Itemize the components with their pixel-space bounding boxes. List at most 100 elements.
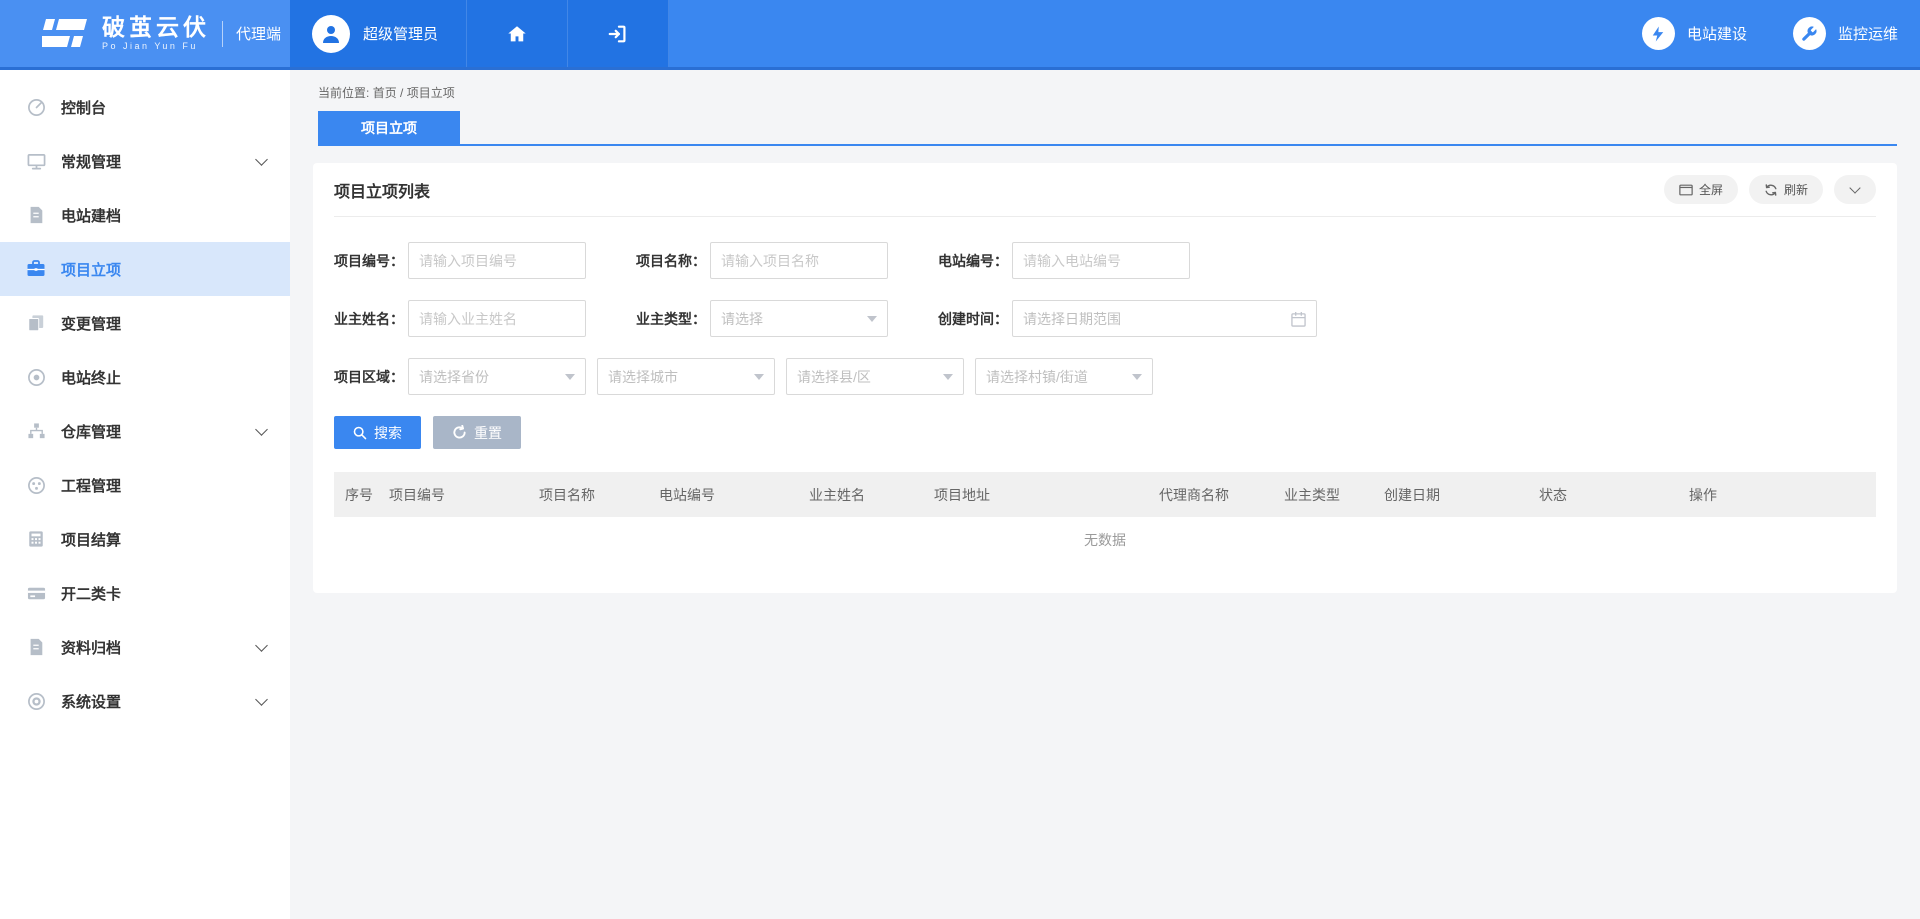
collapse-button[interactable] — [1834, 175, 1876, 204]
wrench-icon — [1793, 17, 1826, 50]
owner-name-label: 业主姓名： — [334, 309, 408, 329]
caret-down-icon — [867, 316, 877, 322]
table-header-row: 序号 项目编号 项目名称 电站编号 业主姓名 项目地址 代理商名称 业主类型 创… — [334, 472, 1876, 517]
project-no-input[interactable] — [408, 242, 586, 279]
create-time-daterange-picker[interactable]: 请选择日期范围 — [1012, 300, 1317, 337]
sidebar-item-station-archive[interactable]: 电站建档 — [0, 188, 290, 242]
nav-monitor-ops[interactable]: 监控运维 — [1793, 17, 1898, 50]
province-select[interactable]: 请选择省份 — [408, 358, 586, 395]
tab-project-initiation[interactable]: 项目立项 — [318, 111, 460, 144]
logo-icon — [42, 15, 88, 53]
col-project-name: 项目名称 — [528, 485, 648, 505]
app-logo: 破茧云伏 Po Jian Yun Fu 代理端 — [0, 0, 290, 67]
app-subtitle: Po Jian Yun Fu — [102, 42, 210, 52]
city-select[interactable]: 请选择城市 — [597, 358, 775, 395]
sidebar-item-project-initiation[interactable]: 项目立项 — [0, 242, 290, 296]
chevron-down-icon — [255, 153, 268, 166]
monitor-icon — [26, 151, 46, 171]
sidebar-item-data-archive[interactable]: 资料归档 — [0, 620, 290, 674]
refresh-button[interactable]: 刷新 — [1749, 175, 1823, 204]
filter-row-2: 业主姓名： 业主类型： 请选择 创建时间： 请选择日期范围 — [334, 300, 1876, 337]
breadcrumb-current: 项目立项 — [407, 86, 455, 100]
sidebar-item-system-settings[interactable]: 系统设置 — [0, 674, 290, 728]
user-menu[interactable]: 超级管理员 — [290, 0, 467, 67]
main-content: 当前位置: 首页 / 项目立项 项目立项 项目立项列表 全屏 — [290, 70, 1920, 919]
breadcrumb-separator: / — [400, 86, 403, 100]
project-list-card: 项目立项列表 全屏 — [313, 163, 1897, 593]
owner-type-select[interactable]: 请选择 — [710, 300, 888, 337]
region-selects: 请选择省份 请选择城市 请选择县/区 请选择村镇/街道 — [408, 358, 1153, 395]
nav-monitor-ops-label: 监控运维 — [1838, 23, 1898, 44]
card-title: 项目立项列表 — [334, 178, 430, 202]
col-status: 状态 — [1528, 485, 1678, 505]
user-avatar-icon — [312, 15, 350, 53]
card-toolbar: 全屏 刷新 — [1664, 175, 1876, 204]
reset-button[interactable]: 重置 — [433, 416, 521, 449]
col-owner-type: 业主类型 — [1273, 485, 1373, 505]
lightning-icon — [1642, 17, 1675, 50]
circle-dot-icon — [26, 367, 46, 387]
breadcrumb-prefix: 当前位置: — [318, 86, 369, 100]
col-actions: 操作 — [1678, 485, 1876, 505]
chevron-down-icon — [255, 423, 268, 436]
tabs-bar: 项目立项 — [318, 111, 1897, 146]
region-label: 项目区域： — [334, 367, 408, 387]
sign-out-icon — [607, 23, 629, 45]
project-name-label: 项目名称： — [636, 251, 710, 271]
archive-icon — [26, 637, 46, 657]
header-spacer — [669, 0, 1642, 67]
station-no-input[interactable] — [1012, 242, 1190, 279]
nav-station-build[interactable]: 电站建设 — [1642, 17, 1747, 50]
sidebar-item-general-mgmt[interactable]: 常规管理 — [0, 134, 290, 188]
owner-name-input[interactable] — [408, 300, 586, 337]
col-station-no: 电站编号 — [648, 485, 798, 505]
breadcrumb-home-link[interactable]: 首页 — [373, 86, 397, 100]
fullscreen-icon — [1679, 184, 1693, 196]
reset-icon — [452, 425, 467, 440]
sidebar-item-change-mgmt[interactable]: 变更管理 — [0, 296, 290, 350]
settings-icon — [26, 691, 46, 711]
town-select[interactable]: 请选择村镇/街道 — [975, 358, 1153, 395]
sidebar-item-station-termination[interactable]: 电站终止 — [0, 350, 290, 404]
sidebar: 控制台 常规管理 电站建档 项目立项 — [0, 70, 290, 919]
search-button[interactable]: 搜索 — [334, 416, 421, 449]
create-time-label: 创建时间： — [938, 309, 1012, 329]
filter-row-1: 项目编号： 项目名称： 电站编号： — [334, 242, 1876, 279]
project-name-input[interactable] — [710, 242, 888, 279]
fullscreen-button[interactable]: 全屏 — [1664, 175, 1738, 204]
filter-actions: 搜索 重置 — [334, 416, 1876, 449]
col-create-date: 创建日期 — [1373, 485, 1528, 505]
col-project-address: 项目地址 — [923, 485, 1148, 505]
header-right-nav: 电站建设 监控运维 — [1642, 0, 1920, 67]
col-project-no: 项目编号 — [378, 485, 528, 505]
caret-down-icon — [943, 374, 953, 380]
caret-down-icon — [1132, 374, 1142, 380]
sidebar-item-engineering-mgmt[interactable]: 工程管理 — [0, 458, 290, 512]
owner-type-label: 业主类型： — [636, 309, 710, 329]
sidebar-item-project-settlement[interactable]: 项目结算 — [0, 512, 290, 566]
breadcrumb: 当前位置: 首页 / 项目立项 — [290, 70, 1920, 101]
logout-button[interactable] — [568, 0, 669, 67]
filter-row-3: 项目区域： 请选择省份 请选择城市 请选择县/区 请选 — [334, 358, 1876, 395]
sitemap-icon — [26, 421, 46, 441]
col-seq: 序号 — [334, 485, 378, 505]
sidebar-item-open-class2-card[interactable]: 开二类卡 — [0, 566, 290, 620]
gauge-icon — [26, 475, 46, 495]
home-icon — [506, 23, 528, 45]
chevron-down-icon — [1849, 182, 1860, 193]
refresh-icon — [1764, 183, 1778, 197]
home-button[interactable] — [467, 0, 568, 67]
sidebar-item-warehouse-mgmt[interactable]: 仓库管理 — [0, 404, 290, 458]
credit-card-icon — [26, 583, 46, 603]
col-agent-name: 代理商名称 — [1148, 485, 1273, 505]
sidebar-item-console[interactable]: 控制台 — [0, 80, 290, 134]
table-empty-state: 无数据 — [334, 517, 1876, 563]
calculator-icon — [26, 529, 46, 549]
dashboard-icon — [26, 97, 46, 117]
county-select[interactable]: 请选择县/区 — [786, 358, 964, 395]
logo-text: 破茧云伏 Po Jian Yun Fu — [102, 15, 210, 52]
filter-form: 项目编号： 项目名称： 电站编号： 业主姓名： 业主类型： — [334, 217, 1876, 449]
project-no-label: 项目编号： — [334, 251, 408, 271]
caret-down-icon — [565, 374, 575, 380]
calendar-icon — [1291, 311, 1306, 327]
